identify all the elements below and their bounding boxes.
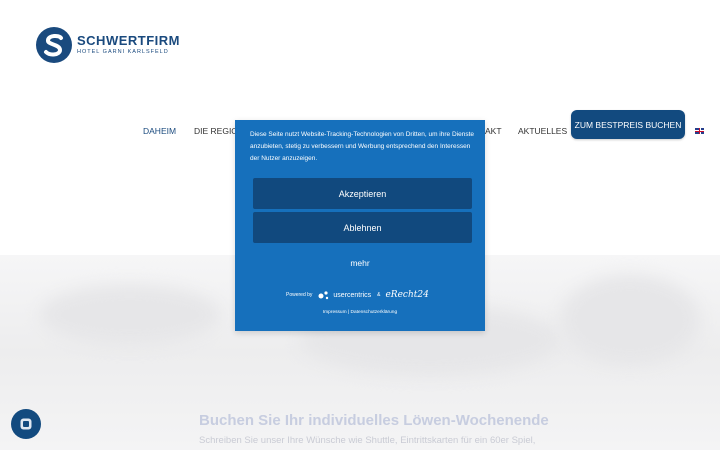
site-logo[interactable]: SCHWERTFIRM HOTEL GARNI KARLSFELD [36, 27, 180, 63]
usercentrics-logo-icon [318, 291, 329, 300]
book-best-price-button[interactable]: ZUM BESTPREIS BUCHEN [571, 110, 685, 139]
nav-item-daheim[interactable]: DAHEIM [143, 126, 176, 136]
logo-subtitle: HOTEL GARNI KARLSFELD [77, 49, 169, 55]
chat-icon [20, 418, 32, 430]
hero-blur-shape [40, 285, 220, 345]
page: SCHWERTFIRM HOTEL GARNI KARLSFELD DAHEIM… [0, 0, 720, 450]
consent-text: Diese Seite nutzt Website-Tracking-Techn… [250, 131, 474, 162]
s-logo-icon [36, 27, 72, 63]
powered-by-label: Powered by [286, 292, 313, 298]
cookie-consent-dialog: Diese Seite nutzt Website-Tracking-Techn… [235, 120, 485, 331]
chat-button[interactable] [11, 409, 41, 439]
more-link[interactable]: mehr [235, 258, 485, 268]
erecht24-logo: eRecht24 [385, 290, 429, 300]
logo-name: SCHWERTFIRM [77, 33, 180, 48]
powered-by-row: Powered by usercentrics & eRecht24 [286, 288, 429, 302]
hero-subtitle: Schreiben Sie unser Ihre Wünsche wie Shu… [199, 435, 536, 446]
nav-item-aktuelles[interactable]: AKTUELLES [518, 126, 567, 136]
nav-item-kontakt[interactable]: AKT [485, 126, 502, 136]
hero-blur-shape [560, 275, 700, 365]
decline-button[interactable]: Ablehnen [253, 212, 472, 243]
legal-links[interactable]: Impressum | Datenschutzerklärung [235, 310, 485, 315]
ampersand: & [377, 292, 381, 298]
accept-button[interactable]: Akzeptieren [253, 178, 472, 209]
usercentrics-name: usercentrics [333, 291, 372, 299]
hero-title: Buchen Sie Ihr individuelles Löwen-Woche… [199, 412, 549, 429]
uk-flag-icon[interactable] [695, 128, 704, 134]
